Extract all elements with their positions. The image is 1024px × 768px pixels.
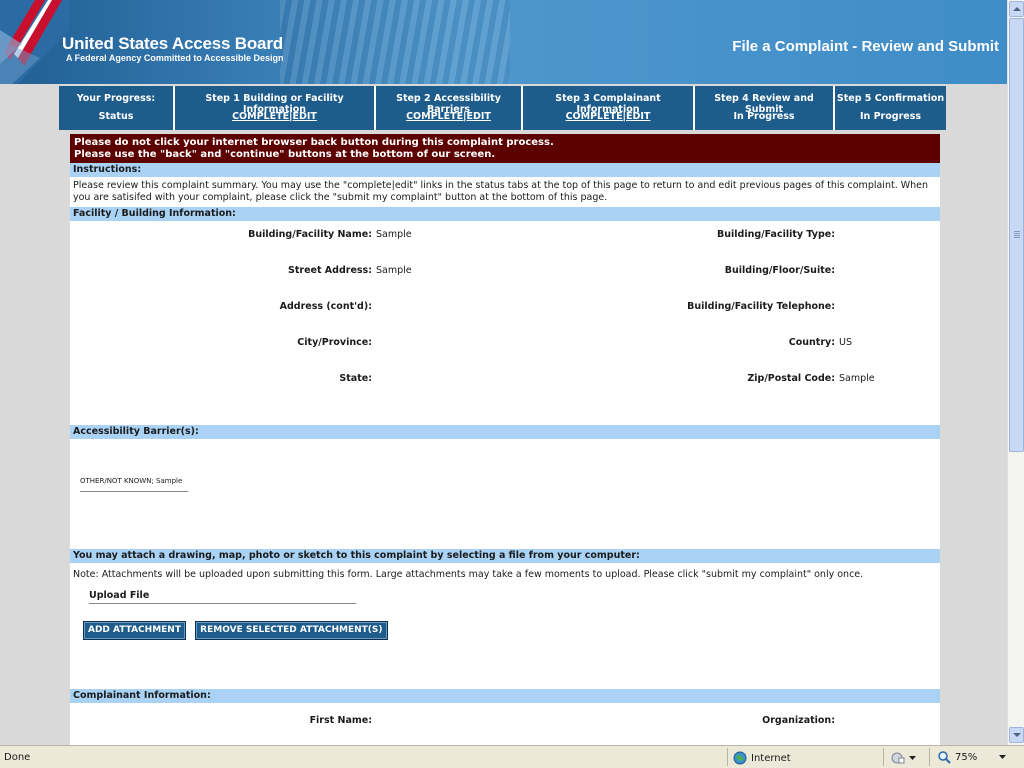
instructions-text: Please review this complaint summary. Yo…: [73, 180, 929, 203]
protected-mode-icon: [891, 752, 905, 764]
upload-file-field[interactable]: Upload File: [89, 590, 356, 604]
complainant-heading: Complainant Information:: [70, 689, 940, 703]
progress-status: Status: [98, 111, 134, 122]
flag-star-logo-icon: [0, 0, 70, 84]
scroll-up-button[interactable]: [1009, 1, 1024, 17]
progress-status-tab: Your Progress: Status: [59, 86, 175, 130]
facility-heading: Facility / Building Information:: [70, 207, 940, 221]
attachments-heading: You may attach a drawing, map, photo or …: [70, 549, 940, 563]
main-content: Please do not click your internet browse…: [70, 134, 940, 745]
remove-attachment-button[interactable]: REMOVE SELECTED ATTACHMENT(S): [195, 621, 388, 640]
protected-mode-control[interactable]: [890, 751, 916, 765]
field-label: Building/Facility Type:: [717, 229, 835, 240]
building-photo: [280, 0, 510, 84]
field-label: Address (cont'd):: [279, 301, 372, 312]
facility-row: Address (cont'd): Building/Facility Tele…: [70, 301, 940, 337]
field-label: Street Address:: [288, 265, 372, 276]
chevron-down-icon: [909, 755, 916, 760]
chevron-down-icon: [999, 755, 1007, 759]
facility-row: Street Address: Sample Building/Floor/Su…: [70, 265, 940, 301]
field-label: Building/Facility Name:: [248, 229, 372, 240]
zoom-control[interactable]: 75%: [938, 751, 1007, 764]
step-4-status: In Progress: [733, 111, 795, 122]
zoom-level: 75%: [955, 752, 978, 763]
facility-fields: Building/Facility Name: Sample Building/…: [70, 221, 940, 425]
scroll-thumb[interactable]: [1009, 18, 1024, 452]
step-2-edit-link[interactable]: COMPLETE|EDIT: [376, 111, 521, 122]
step-5-status: In Progress: [859, 111, 922, 122]
facility-row: State: Zip/Postal Code: Sample: [70, 373, 940, 409]
page-title: File a Complaint - Review and Submit: [732, 38, 999, 55]
tab-step-2: Step 2 Accessibility Barriers COMPLETE|E…: [376, 86, 523, 130]
tab-step-1: Step 1 Building or Facility Information …: [175, 86, 376, 130]
field-label: Building/Facility Telephone:: [687, 301, 835, 312]
barriers-heading: Accessibility Barrier(s):: [70, 425, 940, 439]
zoom-icon: [938, 751, 951, 764]
header-banner: United States Access Board A Federal Age…: [0, 0, 1007, 84]
field-value: US: [839, 337, 852, 348]
browser-status-bar: Done Internet 75%: [0, 745, 1024, 768]
field-label: State:: [339, 373, 372, 384]
tab-step-3: Step 3 Complainant Information COMPLETE|…: [523, 86, 695, 130]
field-label: Country:: [788, 337, 835, 348]
step-3-label: Step 3 Complainant Information: [555, 93, 661, 115]
arrow-up-icon: [1013, 7, 1021, 11]
tab-step-4: Step 4 Review and Submit In Progress: [695, 86, 835, 130]
warning-line-2: Please use the "back" and "continue" but…: [74, 149, 496, 160]
progress-label: Your Progress:: [76, 93, 156, 104]
field-value: Sample: [376, 229, 412, 240]
vertical-scrollbar[interactable]: [1007, 0, 1024, 745]
instructions-heading: Instructions:: [70, 163, 940, 177]
attachments-note: Note: Attachments will be uploaded upon …: [73, 569, 864, 580]
step-2-label: Step 2 Accessibility Barriers: [396, 93, 501, 115]
organization-label: Organization:: [762, 715, 835, 726]
add-attachment-button[interactable]: ADD ATTACHMENT: [83, 621, 186, 640]
field-label: City/Province:: [297, 337, 372, 348]
zone-label: Internet: [751, 752, 791, 764]
field-value: Sample: [376, 265, 412, 276]
tab-step-5: Step 5 Confirmation In Progress: [835, 86, 946, 130]
facility-row: City/Province: Country: US: [70, 337, 940, 373]
field-label: Building/Floor/Suite:: [724, 265, 835, 276]
barrier-item: OTHER/NOT KNOWN; Sample: [80, 477, 188, 492]
warning-line-1: Please do not click your internet browse…: [74, 137, 554, 148]
barriers-list: OTHER/NOT KNOWN; Sample: [70, 439, 940, 549]
step-4-label: Step 4 Review and Submit: [714, 93, 814, 115]
field-value: Sample: [839, 373, 875, 384]
field-label: Zip/Postal Code:: [747, 373, 835, 384]
complainant-row: First Name: Organization:: [70, 715, 940, 745]
warning-banner: Please do not click your internet browse…: [70, 134, 940, 163]
step-3-edit-link[interactable]: COMPLETE|EDIT: [523, 111, 693, 122]
facility-row: Building/Facility Name: Sample Building/…: [70, 229, 940, 265]
scroll-down-button[interactable]: [1009, 727, 1024, 743]
status-text: Done: [4, 752, 31, 763]
site-title[interactable]: United States Access Board: [62, 34, 283, 54]
security-zone[interactable]: Internet: [733, 751, 791, 765]
progress-tabs: Your Progress: Status Step 1 Building or…: [59, 86, 946, 130]
step-5-label: Step 5 Confirmation: [836, 93, 945, 104]
globe-icon: [733, 751, 747, 765]
step-1-edit-link[interactable]: COMPLETE|EDIT: [175, 111, 374, 122]
arrow-down-icon: [1013, 733, 1021, 737]
step-1-label: Step 1 Building or Facility Information: [205, 93, 344, 115]
first-name-label: First Name:: [309, 715, 372, 726]
attachment-buttons: ADD ATTACHMENT REMOVE SELECTED ATTACHMEN…: [83, 621, 940, 689]
site-subtitle: A Federal Agency Committed to Accessible…: [66, 53, 284, 63]
